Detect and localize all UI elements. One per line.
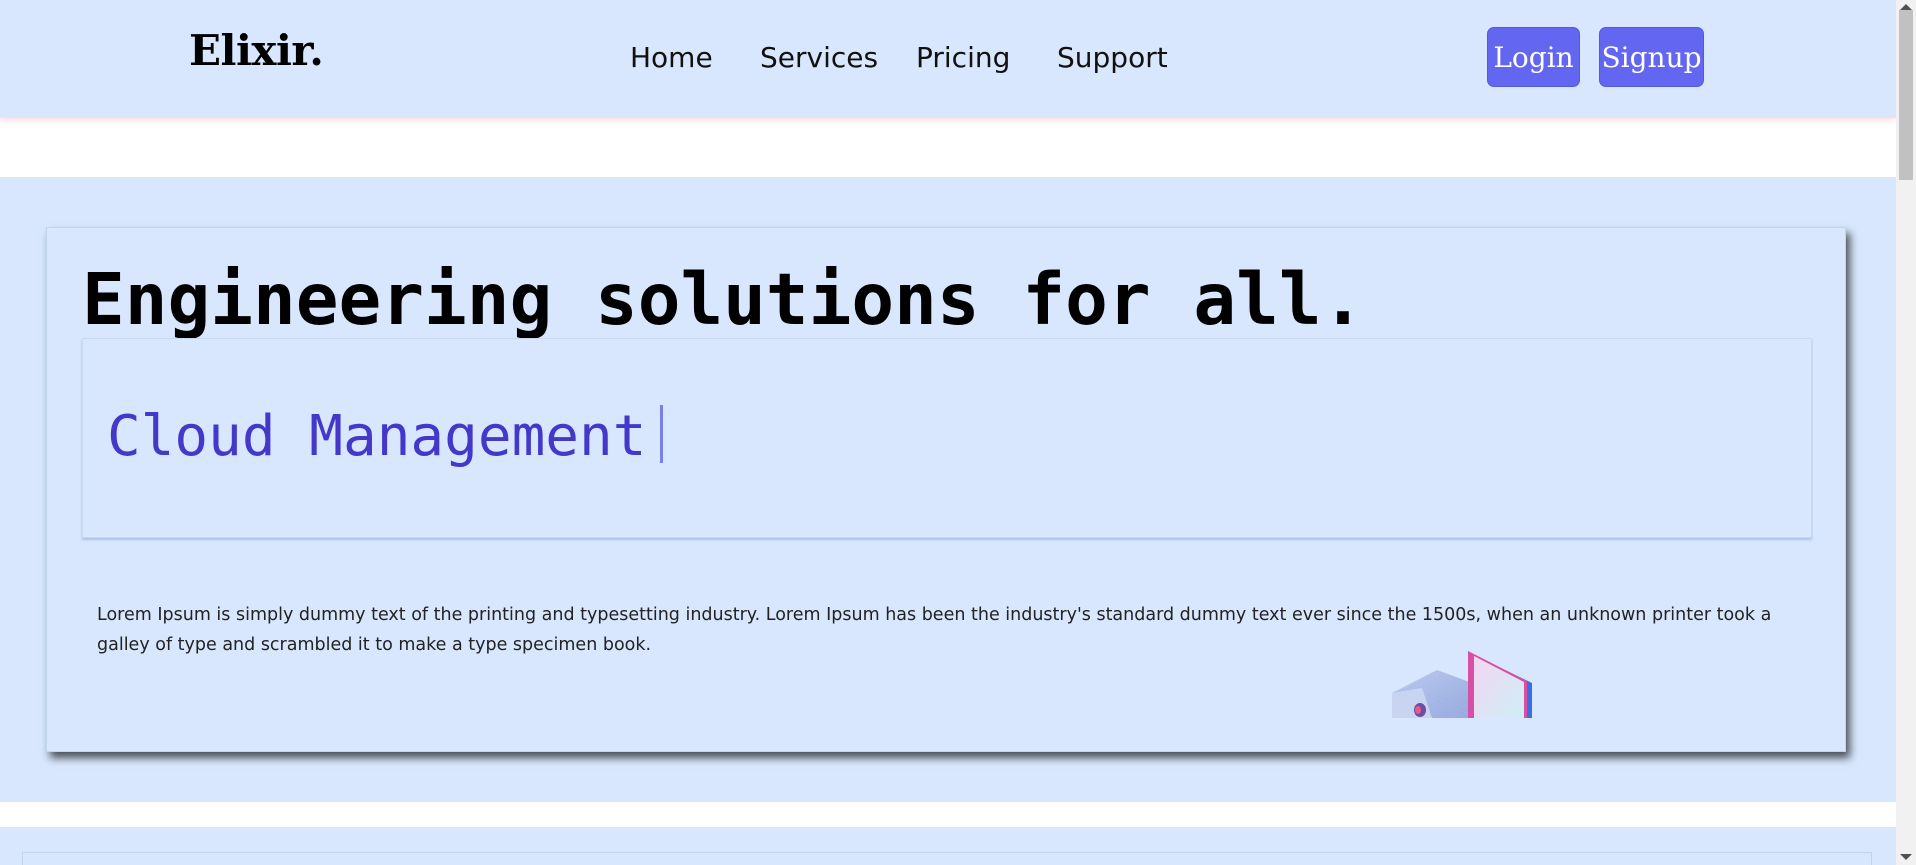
- navbar: Elixir. Home Services Pricing Support Lo…: [0, 0, 1896, 118]
- hero-description: Lorem Ipsum is simply dummy text of the …: [97, 605, 1772, 655]
- hero-section: Engineering solutions for all. Cloud Man…: [0, 177, 1896, 802]
- nav-link-support[interactable]: Support: [1057, 41, 1168, 74]
- nav-link-pricing[interactable]: Pricing: [916, 41, 1010, 74]
- page-scrollbar[interactable]: [1896, 0, 1916, 865]
- next-section: [0, 827, 1896, 865]
- typewriter-text-wrapper: Cloud Management: [107, 404, 664, 469]
- scroll-down-arrow-icon[interactable]: [1900, 854, 1912, 860]
- login-button[interactable]: Login: [1487, 27, 1580, 87]
- scrollbar-thumb[interactable]: [1899, 10, 1913, 180]
- hero-headline: Engineering solutions for all.: [82, 258, 1365, 341]
- brand-logo[interactable]: Elixir.: [189, 26, 324, 75]
- next-section-card: [22, 852, 1872, 865]
- typewriter-box: Cloud Management: [82, 338, 1812, 538]
- signup-button[interactable]: Signup: [1599, 27, 1704, 87]
- hero-card: Engineering solutions for all. Cloud Man…: [46, 227, 1846, 752]
- typing-cursor: [660, 405, 664, 463]
- nav-link-services[interactable]: Services: [760, 41, 878, 74]
- typewriter-text: Cloud Management: [107, 404, 647, 469]
- nav-link-home[interactable]: Home: [630, 41, 713, 74]
- computer-illustration-icon: [1392, 648, 1542, 718]
